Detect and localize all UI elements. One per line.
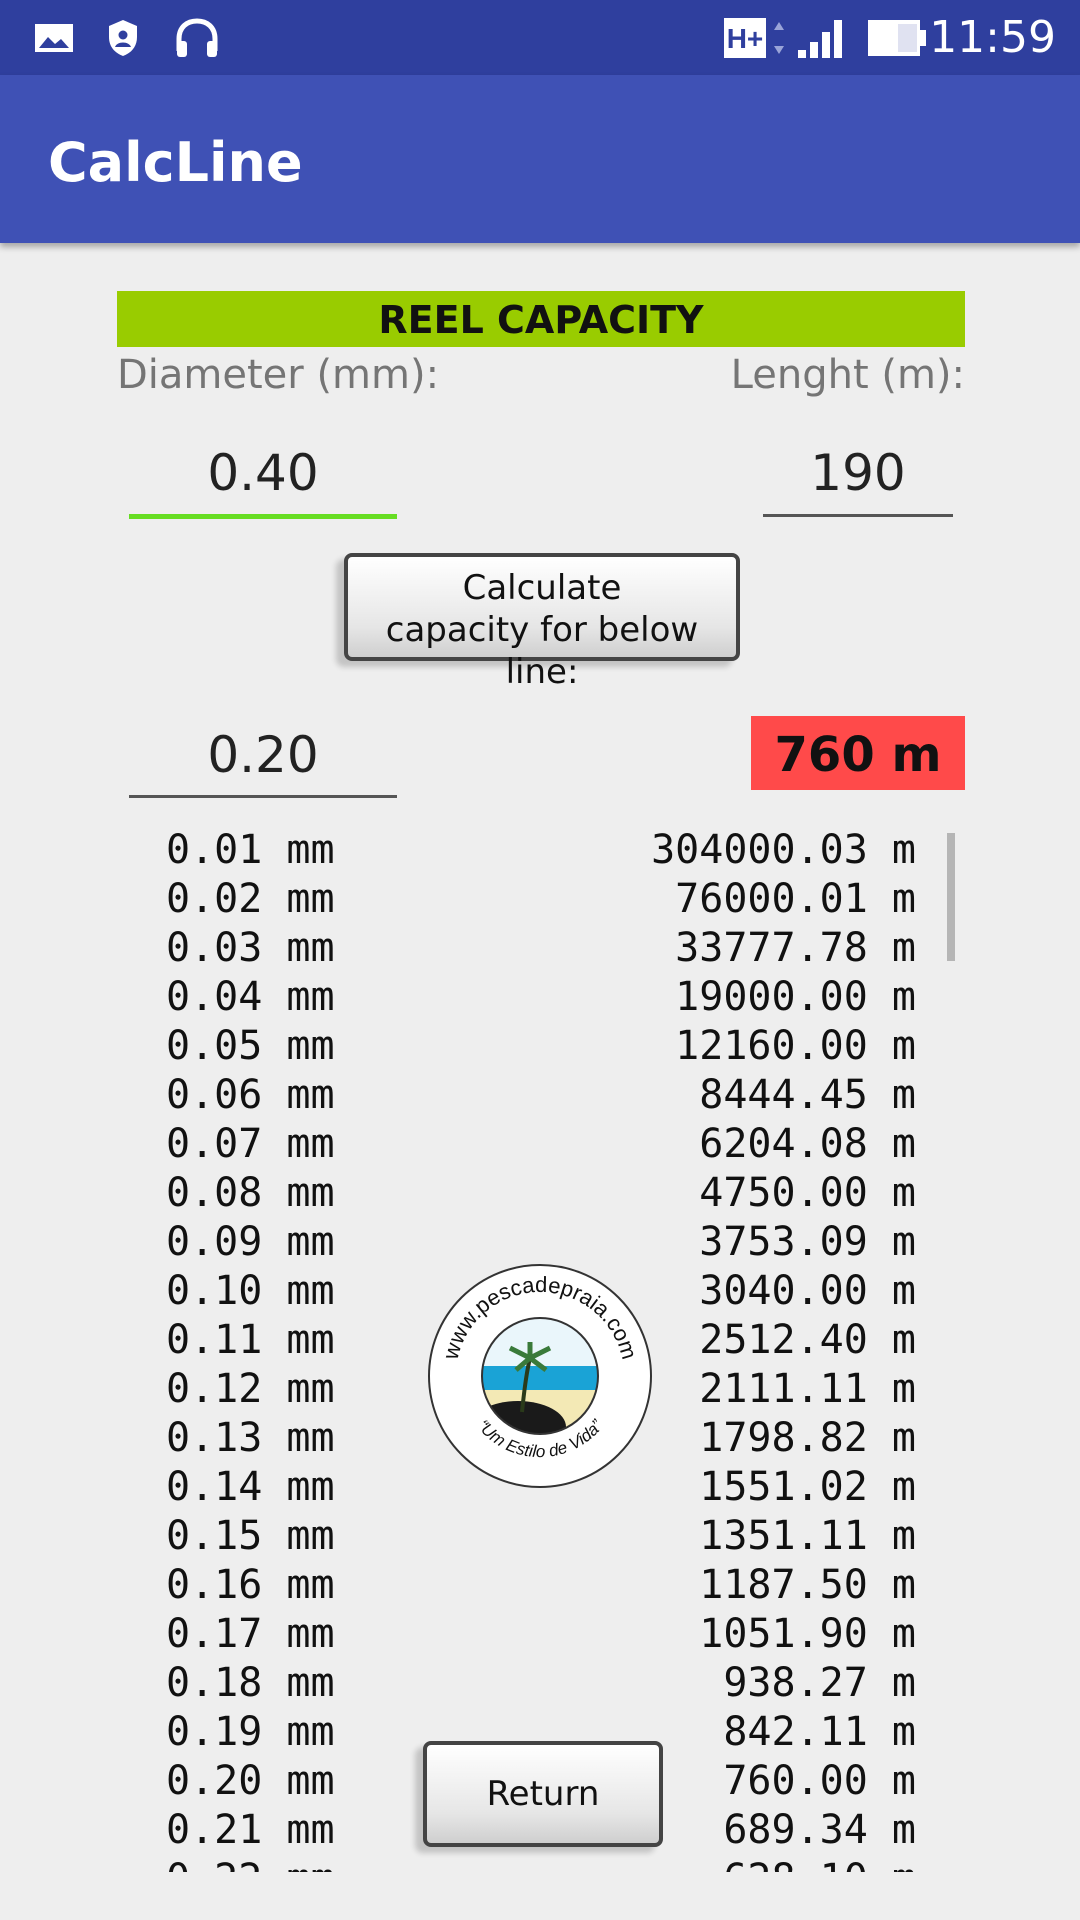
calculate-button[interactable]: Calculate capacity for below line:: [344, 553, 740, 692]
length-value[interactable]: 190: [763, 438, 953, 508]
list-item: 0.05 mm 12160.00 m: [0, 1023, 1080, 1072]
row-length: 842.11 m: [723, 1709, 916, 1755]
row-diameter: 0.16 mm: [166, 1562, 335, 1608]
row-diameter: 0.12 mm: [166, 1366, 335, 1412]
battery-icon: [866, 16, 928, 60]
calculate-button-line1: Calculate: [462, 568, 622, 608]
row-length: 628.10 m: [723, 1856, 916, 1872]
list-item: 0.15 mm 1351.11 m: [0, 1513, 1080, 1562]
row-length: 1351.11 m: [699, 1513, 916, 1559]
row-diameter: 0.09 mm: [166, 1219, 335, 1265]
length-label: Lenght (m):: [730, 352, 965, 398]
row-length: 304000.03 m: [651, 827, 916, 873]
list-item: 0.01 mm 304000.03 m: [0, 827, 1080, 876]
row-length: 3753.09 m: [699, 1219, 916, 1265]
row-diameter: 0.02 mm: [166, 876, 335, 922]
row-diameter: 0.21 mm: [166, 1807, 335, 1853]
row-length: 689.34 m: [723, 1807, 916, 1853]
diameter-label: Diameter (mm):: [117, 352, 440, 398]
list-item: 0.03 mm 33777.78 m: [0, 925, 1080, 974]
list-item: 0.18 mm 938.27 m: [0, 1660, 1080, 1709]
row-diameter: 0.03 mm: [166, 925, 335, 971]
length-underline: [763, 514, 953, 517]
list-item: 0.17 mm 1051.90 m: [0, 1611, 1080, 1660]
signal-icon: [796, 16, 846, 60]
app-bar: CalcLine: [0, 75, 1080, 243]
row-diameter: 0.10 mm: [166, 1268, 335, 1314]
list-item: 0.02 mm 76000.01 m: [0, 876, 1080, 925]
list-item: 0.04 mm 19000.00 m: [0, 974, 1080, 1023]
svg-text:H+: H+: [727, 23, 764, 54]
row-length: 76000.01 m: [675, 876, 916, 922]
row-diameter: 0.05 mm: [166, 1023, 335, 1069]
row-length: 760.00 m: [723, 1758, 916, 1804]
diameter-underline: [129, 514, 397, 519]
row-diameter: 0.11 mm: [166, 1317, 335, 1363]
row-diameter: 0.07 mm: [166, 1121, 335, 1167]
network-h-plus-icon: H+: [724, 16, 788, 60]
row-length: 4750.00 m: [699, 1170, 916, 1216]
target-diameter-underline: [129, 795, 397, 798]
row-diameter: 0.13 mm: [166, 1415, 335, 1461]
diameter-value[interactable]: 0.40: [129, 438, 397, 508]
row-length: 2512.40 m: [699, 1317, 916, 1363]
status-time: 11:59: [929, 12, 1056, 63]
app-title: CalcLine: [48, 131, 303, 194]
row-diameter: 0.04 mm: [166, 974, 335, 1020]
calculate-button-line2: capacity for below line:: [385, 610, 699, 692]
list-item: 0.09 mm 3753.09 m: [0, 1219, 1080, 1268]
row-diameter: 0.20 mm: [166, 1758, 335, 1804]
return-button[interactable]: Return: [423, 1741, 663, 1847]
list-item: 0.08 mm 4750.00 m: [0, 1170, 1080, 1219]
list-item: 0.16 mm 1187.50 m: [0, 1562, 1080, 1611]
row-diameter: 0.17 mm: [166, 1611, 335, 1657]
row-length: 1187.50 m: [699, 1562, 916, 1608]
list-scrollbar[interactable]: [947, 833, 955, 961]
shield-user-icon: [106, 16, 140, 60]
row-length: 6204.08 m: [699, 1121, 916, 1167]
pescadepraia-logo: www.pescadepraia.com “Um Estilo de Vida”: [426, 1262, 654, 1490]
list-item: 0.22 mm 628.10 m: [0, 1856, 1080, 1872]
row-length: 1798.82 m: [699, 1415, 916, 1461]
row-length: 33777.78 m: [675, 925, 916, 971]
row-diameter: 0.18 mm: [166, 1660, 335, 1706]
gallery-icon: [34, 16, 74, 60]
row-length: 1551.02 m: [699, 1464, 916, 1510]
row-diameter: 0.22 mm: [166, 1856, 335, 1872]
list-item: 0.07 mm 6204.08 m: [0, 1121, 1080, 1170]
row-length: 938.27 m: [723, 1660, 916, 1706]
row-diameter: 0.01 mm: [166, 827, 335, 873]
row-diameter: 0.19 mm: [166, 1709, 335, 1755]
row-length: 12160.00 m: [675, 1023, 916, 1069]
result-badge: 760 m: [751, 716, 965, 790]
row-length: 1051.90 m: [699, 1611, 916, 1657]
list-item: 0.06 mm 8444.45 m: [0, 1072, 1080, 1121]
row-length: 8444.45 m: [699, 1072, 916, 1118]
target-diameter-value[interactable]: 0.20: [129, 720, 397, 790]
row-length: 2111.11 m: [699, 1366, 916, 1412]
reel-capacity-header: REEL CAPACITY: [117, 291, 965, 347]
row-diameter: 0.08 mm: [166, 1170, 335, 1216]
row-diameter: 0.06 mm: [166, 1072, 335, 1118]
headset-icon: [173, 16, 221, 60]
status-bar: H+ 11:59: [0, 0, 1080, 75]
row-diameter: 0.15 mm: [166, 1513, 335, 1559]
row-diameter: 0.14 mm: [166, 1464, 335, 1510]
row-length: 3040.00 m: [699, 1268, 916, 1314]
row-length: 19000.00 m: [675, 974, 916, 1020]
